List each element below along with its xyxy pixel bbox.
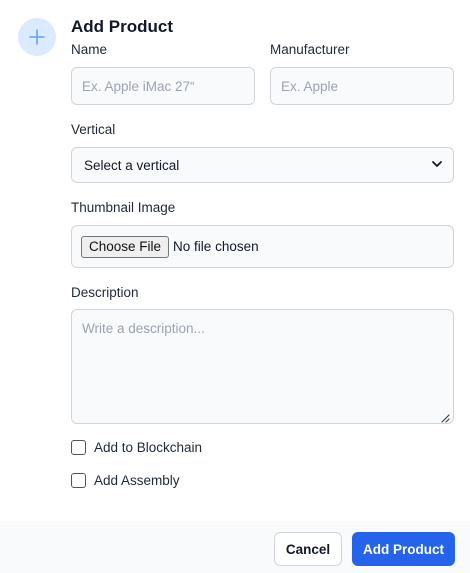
thumbnail-label: Thumbnail Image [71,200,176,215]
dialog-title: Add Product [71,17,173,36]
cancel-button[interactable]: Cancel [274,532,342,566]
chevron-down-icon [431,158,443,173]
plus-icon [18,18,56,56]
add-product-button[interactable]: Add Product [352,532,455,566]
vertical-select[interactable]: Select a vertical [71,147,454,183]
name-input[interactable] [71,67,255,105]
description-textarea[interactable] [71,309,454,424]
vertical-selected-value: Select a vertical [84,157,180,173]
add-to-blockchain-checkbox[interactable] [71,440,86,455]
add-assembly-label: Add Assembly [94,473,180,488]
name-label: Name [71,42,108,57]
add-assembly-checkbox[interactable] [71,473,86,488]
manufacturer-label: Manufacturer [270,42,350,57]
add-product-dialog: Add Product Name Manufacturer Vertical S… [0,0,470,573]
choose-file-button[interactable]: Choose File [81,235,170,258]
add-assembly-option[interactable]: Add Assembly [71,473,180,488]
add-to-blockchain-option[interactable]: Add to Blockchain [71,440,202,455]
description-label: Description [71,285,139,300]
manufacturer-input[interactable] [270,67,454,105]
add-to-blockchain-label: Add to Blockchain [94,440,203,455]
vertical-label: Vertical [71,122,116,137]
file-status-text: No file chosen [173,239,259,254]
thumbnail-file-input[interactable]: Choose File No file chosen [71,225,454,268]
dialog-footer: Cancel Add Product [0,521,470,573]
